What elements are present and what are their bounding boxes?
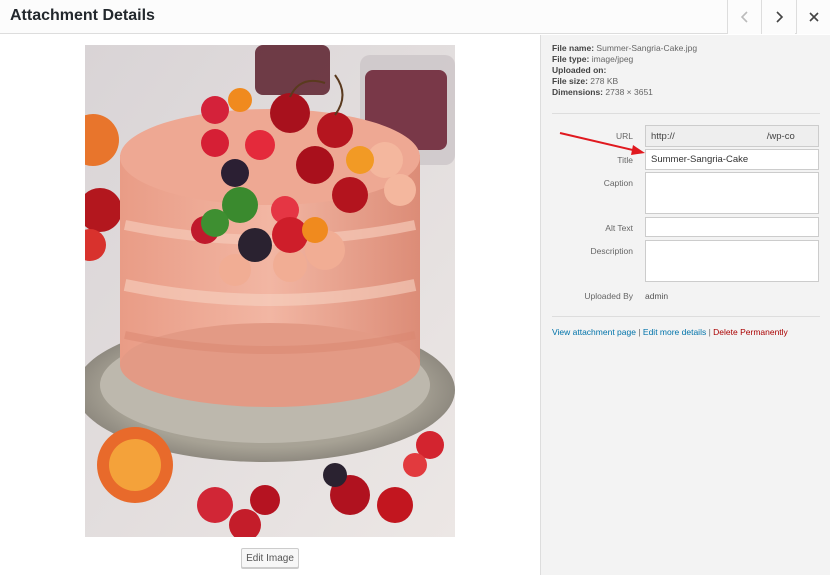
description-label: Description <box>590 246 633 256</box>
url-label: URL <box>615 131 633 141</box>
file-size-row: File size: 278 KB <box>552 76 619 86</box>
divider <box>552 316 820 317</box>
previous-button[interactable] <box>727 0 761 34</box>
file-type-row: File type: image/jpeg <box>552 54 634 64</box>
chevron-left-icon <box>740 11 748 23</box>
close-button[interactable] <box>796 0 830 34</box>
chevron-right-icon <box>775 11 783 23</box>
caption-label: Caption <box>603 178 633 188</box>
uploaded-by-value: admin <box>645 291 669 301</box>
title-label: Title <box>617 155 633 165</box>
modal-header: Attachment Details <box>0 0 830 34</box>
file-name-value: Summer-Sangria-Cake.jpg <box>596 43 698 53</box>
divider <box>552 113 820 114</box>
edit-image-button[interactable]: Edit Image <box>241 548 299 568</box>
file-size-value: 278 KB <box>590 76 619 86</box>
next-button[interactable] <box>761 0 795 34</box>
url-redacted <box>674 129 767 143</box>
alt-text-label: Alt Text <box>605 223 633 233</box>
uploaded-by-label: Uploaded By <box>584 291 633 301</box>
caption-textarea[interactable] <box>645 172 819 214</box>
description-textarea[interactable] <box>645 240 819 282</box>
attachment-actions: View attachment page | Edit more details… <box>552 327 788 337</box>
uploaded-on-row: Uploaded on: <box>552 65 607 75</box>
view-attachment-page-link[interactable]: View attachment page <box>552 327 636 337</box>
file-details: File name: Summer-Sangria-Cake.jpg File … <box>552 43 697 98</box>
file-type-value: image/jpeg <box>591 54 634 64</box>
edit-more-details-link[interactable]: Edit more details <box>643 327 706 337</box>
media-preview-area: Edit Image <box>0 35 540 575</box>
dimensions-row: Dimensions: 2738 × 3651 <box>552 87 653 97</box>
dimensions-value: 2738 × 3651 <box>605 87 653 97</box>
delete-permanently-link[interactable]: Delete Permanently <box>713 327 788 337</box>
attachment-image <box>85 45 455 537</box>
title-input[interactable]: Summer-Sangria-Cake <box>645 149 819 170</box>
file-name-row: File name: Summer-Sangria-Cake.jpg <box>552 43 698 53</box>
url-field[interactable]: http:// /wp-co <box>645 125 819 147</box>
modal-title: Attachment Details <box>10 7 155 24</box>
close-icon <box>808 12 819 22</box>
alt-text-input[interactable] <box>645 217 819 237</box>
attachment-details-sidebar: File name: Summer-Sangria-Cake.jpg File … <box>540 35 830 575</box>
